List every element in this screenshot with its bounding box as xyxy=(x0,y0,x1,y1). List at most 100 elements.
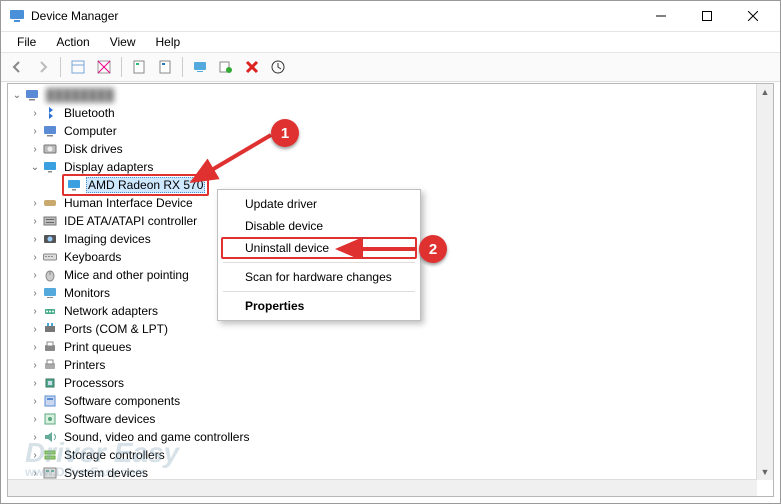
chevron-right-icon[interactable]: › xyxy=(28,432,42,443)
help-button[interactable] xyxy=(92,55,116,79)
tree-item-label: IDE ATA/ATAPI controller xyxy=(62,213,199,229)
tree-item[interactable]: ›Bluetooth xyxy=(8,104,757,122)
close-button[interactable] xyxy=(730,1,776,31)
computer-icon xyxy=(24,87,40,103)
tree-item-label: Print queues xyxy=(62,339,133,355)
chevron-right-icon[interactable]: › xyxy=(28,342,42,353)
swcomp-icon xyxy=(42,393,58,409)
ctx-separator xyxy=(223,262,415,263)
tree-item[interactable]: › Computer xyxy=(8,122,757,140)
imaging-icon xyxy=(42,231,58,247)
tree-item-label: System devices xyxy=(62,465,150,480)
callout-2: 2 xyxy=(419,235,447,263)
maximize-button[interactable] xyxy=(684,1,730,31)
tree-item-label: Disk drives xyxy=(62,141,125,157)
tree-item[interactable]: ⌄ ████████ xyxy=(8,86,757,104)
chevron-right-icon[interactable]: › xyxy=(28,234,42,245)
tree-item-label: Software devices xyxy=(62,411,157,427)
menu-file[interactable]: File xyxy=(7,33,46,51)
ctx-disable-device[interactable]: Disable device xyxy=(221,215,417,237)
chevron-down-icon[interactable]: ⌄ xyxy=(10,90,24,101)
tree-item-label: ████████ xyxy=(44,87,116,103)
system-icon xyxy=(42,465,58,480)
tree-item-label: Mice and other pointing xyxy=(62,267,191,283)
update-driver-button[interactable] xyxy=(188,55,212,79)
properties2-button[interactable] xyxy=(153,55,177,79)
computer-icon xyxy=(42,123,58,139)
tree-item[interactable]: › System devices xyxy=(8,464,757,480)
tree-item-label: Software components xyxy=(62,393,182,409)
ctx-uninstall-device[interactable]: Uninstall device xyxy=(221,237,417,259)
chevron-right-icon[interactable]: › xyxy=(28,216,42,227)
monitor-icon xyxy=(42,285,58,301)
chevron-right-icon[interactable]: › xyxy=(28,396,42,407)
chevron-right-icon[interactable]: › xyxy=(28,108,42,119)
tree-item[interactable]: › Sound, video and game controllers xyxy=(8,428,757,446)
back-button[interactable] xyxy=(5,55,29,79)
chevron-right-icon[interactable]: › xyxy=(28,144,42,155)
vertical-scrollbar[interactable]: ▲ ▼ xyxy=(756,84,773,480)
tree-item-label: Storage controllers xyxy=(62,447,167,463)
legacy-hardware-button[interactable] xyxy=(266,55,290,79)
tree-item[interactable]: › Storage controllers xyxy=(8,446,757,464)
chevron-right-icon[interactable]: › xyxy=(28,306,42,317)
chevron-right-icon[interactable]: › xyxy=(28,324,42,335)
minimize-button[interactable] xyxy=(638,1,684,31)
ctx-properties[interactable]: Properties xyxy=(221,295,417,317)
forward-button[interactable] xyxy=(31,55,55,79)
tree-item[interactable]: › Printers xyxy=(8,356,757,374)
cpu-icon xyxy=(42,375,58,391)
tree-item[interactable]: › Software devices xyxy=(8,410,757,428)
tree-item-label: Human Interface Device xyxy=(62,195,195,211)
menu-help[interactable]: Help xyxy=(146,33,191,51)
network-icon xyxy=(42,303,58,319)
horizontal-scrollbar[interactable] xyxy=(8,479,757,496)
display-icon xyxy=(42,159,58,175)
sound-icon xyxy=(42,429,58,445)
highlighted-item: AMD Radeon RX 570 xyxy=(62,174,209,196)
chevron-right-icon[interactable]: › xyxy=(28,378,42,389)
uninstall-button[interactable] xyxy=(240,55,264,79)
ctx-update-driver[interactable]: Update driver xyxy=(221,193,417,215)
chevron-right-icon[interactable]: › xyxy=(28,270,42,281)
menubar: File Action View Help xyxy=(1,32,780,52)
tree-item-label: Sound, video and game controllers xyxy=(62,429,251,445)
window-title: Device Manager xyxy=(31,9,638,23)
chevron-right-icon[interactable]: › xyxy=(28,450,42,461)
hid-icon xyxy=(42,195,58,211)
chevron-right-icon[interactable]: › xyxy=(28,414,42,425)
menu-view[interactable]: View xyxy=(100,33,146,51)
scroll-up-button[interactable]: ▲ xyxy=(757,84,773,100)
chevron-right-icon[interactable]: › xyxy=(28,252,42,263)
app-icon xyxy=(9,8,25,24)
chevron-right-icon[interactable]: › xyxy=(28,288,42,299)
callout-1: 1 xyxy=(271,119,299,147)
storage-icon xyxy=(42,447,58,463)
properties-button[interactable] xyxy=(127,55,151,79)
device-manager-window: Device Manager File Action View Help ⌄ ██… xyxy=(0,0,781,504)
chevron-right-icon[interactable]: › xyxy=(28,468,42,479)
chevron-right-icon[interactable]: › xyxy=(28,360,42,371)
show-hidden-button[interactable] xyxy=(66,55,90,79)
toolbar xyxy=(1,52,780,82)
ctx-scan-hardware[interactable]: Scan for hardware changes xyxy=(221,266,417,288)
tree-item-label: Printers xyxy=(62,357,107,373)
disk-icon xyxy=(42,141,58,157)
scan-hardware-button[interactable] xyxy=(214,55,238,79)
tree-item-label: Monitors xyxy=(62,285,112,301)
tree-item-label: Network adapters xyxy=(62,303,160,319)
chevron-right-icon[interactable]: › xyxy=(28,198,42,209)
chevron-down-icon[interactable]: ⌄ xyxy=(28,162,42,173)
chevron-right-icon[interactable]: › xyxy=(28,126,42,137)
tree-item[interactable]: › Disk drives xyxy=(8,140,757,158)
tree-item[interactable]: › Print queues xyxy=(8,338,757,356)
tree-item-label: Keyboards xyxy=(62,249,123,265)
tree-item-label: Computer xyxy=(62,123,119,139)
tree-item[interactable]: ›Ports (COM & LPT) xyxy=(8,320,757,338)
ctx-separator xyxy=(223,291,415,292)
scroll-down-button[interactable]: ▼ xyxy=(757,464,773,480)
tree-item[interactable]: › Software components xyxy=(8,392,757,410)
tree-item[interactable]: ›Processors xyxy=(8,374,757,392)
toolbar-separator xyxy=(60,57,61,77)
menu-action[interactable]: Action xyxy=(46,33,99,51)
